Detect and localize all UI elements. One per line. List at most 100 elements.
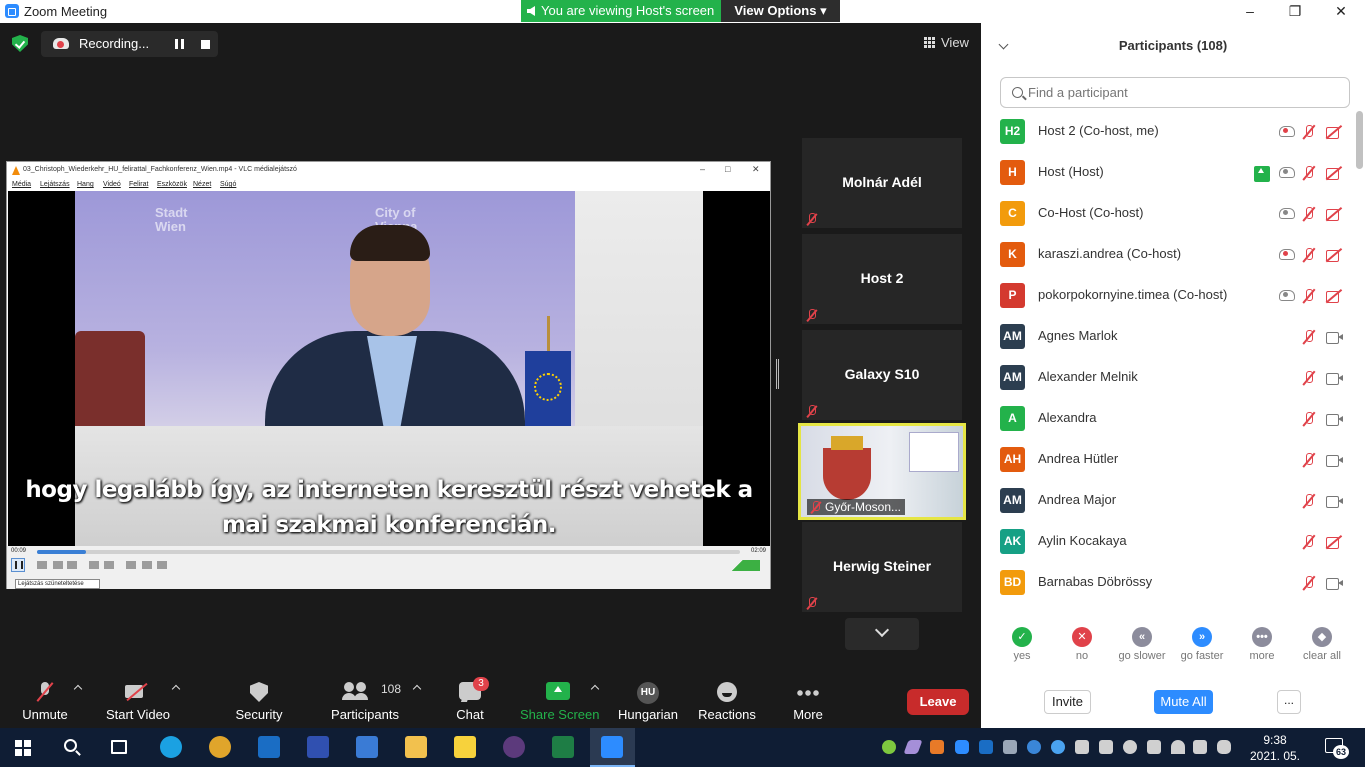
camera-icon[interactable] — [1326, 329, 1343, 345]
scroll-tiles-down-button[interactable] — [845, 618, 919, 650]
explorer-icon[interactable] — [405, 736, 427, 758]
battery-icon[interactable] — [1147, 740, 1161, 754]
participant-row[interactable]: H Host (Host) — [981, 152, 1353, 193]
participant-row[interactable]: BD Barnabas Döbrössy — [981, 562, 1353, 603]
camera-off-icon[interactable] — [1326, 288, 1342, 304]
camera-icon[interactable] — [1326, 493, 1343, 509]
tray-device-icon[interactable] — [1099, 740, 1113, 754]
camera-icon[interactable] — [1326, 575, 1343, 591]
participants-caret-icon[interactable] — [412, 684, 422, 694]
reaction-yes-button[interactable]: ✓ yes — [992, 627, 1052, 662]
outlook-icon[interactable] — [258, 736, 280, 758]
participant-row[interactable]: AM Andrea Major — [981, 480, 1353, 521]
muted-mic-icon[interactable] — [1301, 247, 1317, 263]
tray-feather-icon[interactable] — [903, 740, 923, 754]
muted-mic-icon[interactable] — [1301, 575, 1317, 591]
wifi-icon[interactable] — [1171, 740, 1185, 754]
tray-cloud-icon[interactable] — [1051, 740, 1065, 754]
stop-recording-icon[interactable] — [201, 40, 210, 49]
floppy-icon[interactable] — [307, 736, 329, 758]
more-button[interactable]: More — [783, 672, 833, 728]
start-video-button[interactable]: Start Video — [103, 672, 173, 728]
participant-row[interactable]: AK Aylin Kocakaya — [981, 521, 1353, 562]
video-tile[interactable]: Herwig Steiner — [802, 522, 962, 612]
reaction-more-button[interactable]: ••• more — [1232, 627, 1292, 662]
reaction-no-button[interactable]: ✕ no — [1052, 627, 1112, 662]
muted-mic-icon[interactable] — [1301, 452, 1317, 468]
bluetooth-icon[interactable] — [1027, 740, 1041, 754]
mute-all-button[interactable]: Mute All — [1154, 690, 1213, 714]
tray-check-icon[interactable] — [882, 740, 896, 754]
video-tile[interactable]: Molnár Adél — [802, 138, 962, 228]
search-icon[interactable] — [64, 739, 77, 752]
tray-monitor-icon[interactable] — [1003, 740, 1017, 754]
camera-icon[interactable] — [1326, 452, 1343, 468]
leave-button[interactable]: Leave — [907, 689, 969, 715]
security-button[interactable]: Security — [229, 672, 289, 728]
muted-mic-icon[interactable] — [1301, 206, 1317, 222]
participant-row[interactable]: AM Agnes Marlok — [981, 316, 1353, 357]
tray-mute-icon[interactable] — [1123, 740, 1137, 754]
video-tile[interactable]: Host 2 — [802, 234, 962, 324]
share-screen-button[interactable]: Share Screen — [520, 672, 600, 728]
participant-row[interactable]: H2 Host 2 (Co-host, me) — [981, 111, 1353, 152]
muted-mic-icon[interactable] — [1301, 329, 1317, 345]
minimize-button[interactable]: – — [1227, 0, 1273, 23]
video-tile[interactable]: Galaxy S10 — [802, 330, 962, 420]
active-speaker-tile[interactable]: Győr-Moson... — [798, 423, 966, 520]
taskbar-clock[interactable]: 9:38 2021. 05. 06. — [1240, 732, 1310, 767]
participant-row[interactable]: AM Alexander Melnik — [981, 357, 1353, 398]
pause-recording-icon[interactable] — [175, 39, 184, 49]
view-options-button[interactable]: View Options ▾ — [721, 0, 840, 22]
muted-mic-icon[interactable] — [1301, 411, 1317, 427]
participant-row[interactable]: Kkaraszi.andrea (Co-host) — [981, 234, 1353, 275]
participant-row[interactable]: Ppokorpokornyine.timea (Co-host) — [981, 275, 1353, 316]
muted-mic-icon[interactable] — [1301, 534, 1317, 550]
taskbar-microphone-icon[interactable] — [1217, 740, 1231, 754]
slack-icon[interactable] — [503, 736, 525, 758]
panel-more-button[interactable]: ... — [1277, 690, 1301, 714]
interpretation-language-button[interactable]: HU Hungarian — [615, 672, 681, 728]
volume-icon[interactable] — [1193, 740, 1207, 754]
excel-icon[interactable] — [552, 736, 574, 758]
split-view-handle[interactable] — [776, 359, 779, 389]
zoom-icon[interactable] — [601, 736, 623, 758]
reaction-go-slower-button[interactable]: « go slower — [1112, 627, 1172, 662]
participant-row[interactable]: C Co-Host (Co-host) — [981, 193, 1353, 234]
camera-off-icon[interactable] — [1326, 124, 1342, 140]
video-options-caret-icon[interactable] — [171, 684, 181, 694]
sticky-notes-icon[interactable] — [454, 736, 476, 758]
camera-icon[interactable] — [1326, 370, 1343, 386]
camera-off-icon[interactable] — [1326, 206, 1342, 222]
reactions-button[interactable]: Reactions — [697, 672, 757, 728]
chrome-icon[interactable] — [209, 736, 231, 758]
tray-zoom-icon[interactable] — [955, 740, 969, 754]
find-participant-input[interactable] — [1000, 77, 1350, 108]
encryption-shield-icon[interactable] — [12, 35, 28, 52]
participant-row[interactable]: AH Andrea Hütler — [981, 439, 1353, 480]
muted-mic-icon[interactable] — [1301, 288, 1317, 304]
camera-off-icon[interactable] — [1326, 165, 1342, 181]
windows-start-icon[interactable] — [15, 740, 31, 756]
camera-off-icon[interactable] — [1326, 247, 1342, 263]
notification-center-button[interactable]: 63 — [1325, 738, 1349, 759]
tray-gear-icon[interactable] — [1075, 740, 1089, 754]
muted-mic-icon[interactable] — [1301, 370, 1317, 386]
participant-row[interactable]: A Alexandra — [981, 398, 1353, 439]
restore-button[interactable]: ❐ — [1272, 0, 1318, 23]
tray-app-icon[interactable] — [930, 740, 944, 754]
participants-button[interactable]: 108 Participants — [330, 672, 401, 728]
participant-list-scrollbar[interactable] — [1356, 111, 1363, 169]
camera-icon[interactable] — [1326, 411, 1343, 427]
view-button[interactable]: View — [918, 33, 970, 55]
reaction-go-faster-button[interactable]: » go faster — [1172, 627, 1232, 662]
reaction-clear-all-button[interactable]: ◆ clear all — [1292, 627, 1352, 662]
task-view-icon[interactable] — [111, 740, 127, 754]
store-icon[interactable] — [356, 736, 378, 758]
tray-outlook-icon[interactable] — [979, 740, 993, 754]
close-button[interactable]: ✕ — [1318, 0, 1364, 23]
muted-mic-icon[interactable] — [1301, 124, 1317, 140]
unmute-button[interactable]: Unmute — [12, 672, 78, 728]
muted-mic-icon[interactable] — [1301, 493, 1317, 509]
edge-icon[interactable] — [160, 736, 182, 758]
